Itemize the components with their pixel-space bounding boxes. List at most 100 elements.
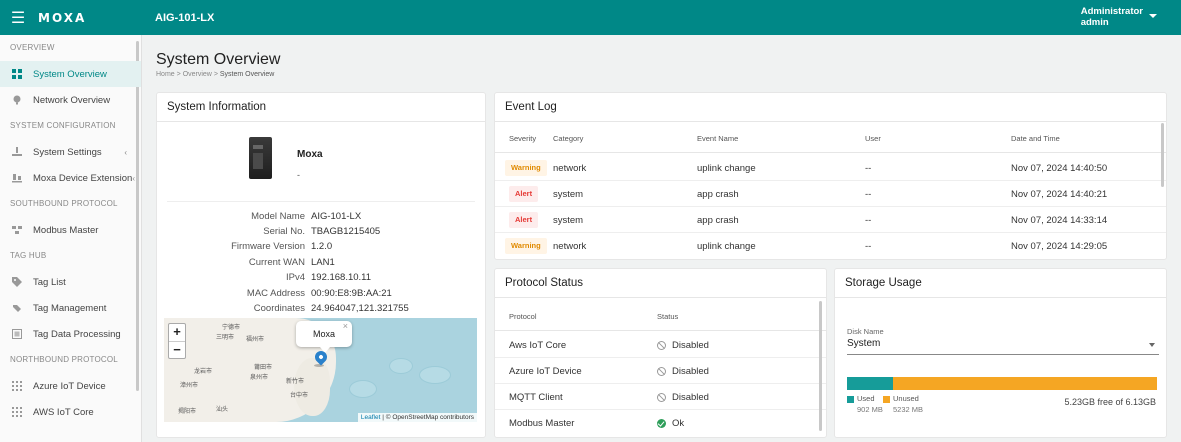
close-icon[interactable]: × — [343, 318, 348, 339]
event-log-scrollbar[interactable] — [1161, 123, 1164, 187]
table-row[interactable]: Aws IoT Core Disabled — [495, 332, 826, 358]
unused-label: Unused — [893, 394, 919, 403]
sidebar-item-system-overview[interactable]: System Overview — [0, 61, 141, 87]
column-header[interactable]: Category — [553, 134, 583, 143]
sidebar-item-label: Network Overview — [33, 94, 111, 106]
status-text: Disabled — [672, 366, 709, 377]
table-row[interactable]: Alert system app crash -- Nov 07, 2024 1… — [495, 207, 1166, 233]
severity-badge: Warning — [505, 160, 547, 176]
severity-badge: Alert — [509, 186, 539, 202]
legend-unused: Unused 5232 MB — [883, 394, 923, 414]
sidebar-item-system-settings[interactable]: System Settings ‹ — [0, 139, 141, 165]
attribution-text: | © OpenStreetMap contributors — [380, 414, 474, 421]
user-menu[interactable]: Administrator admin — [1081, 6, 1143, 28]
protocol-name: MQTT Client — [509, 392, 563, 403]
used-swatch — [847, 395, 854, 403]
unused-swatch — [883, 395, 890, 403]
info-label: Coordinates — [253, 303, 305, 314]
breadcrumb-current: System Overview — [219, 71, 275, 78]
data-processing-icon — [11, 328, 23, 340]
ok-icon — [657, 419, 666, 428]
device-description: - — [297, 170, 300, 180]
device-name: Moxa — [297, 149, 323, 160]
event-category: system — [553, 189, 584, 200]
chevron-down-icon — [1149, 343, 1155, 347]
column-header[interactable]: Status — [657, 312, 678, 321]
zoom-out-button[interactable]: − — [169, 341, 185, 358]
table-row[interactable]: Modbus Master Ok — [495, 410, 826, 436]
chevron-down-icon[interactable] — [1149, 14, 1157, 18]
info-label: Current WAN — [248, 257, 305, 268]
info-value: 1.2.0 — [311, 241, 333, 252]
column-header[interactable]: Protocol — [509, 312, 537, 321]
info-value: 00:90:E8:9B:AA:21 — [311, 288, 392, 299]
legend-used: Used 902 MB — [847, 394, 883, 414]
breadcrumb-home[interactable]: Home — [156, 71, 175, 78]
leaflet-link[interactable]: Leaflet — [361, 414, 381, 421]
info-label: Model Name — [251, 211, 305, 222]
protocol-name: Aws IoT Core — [509, 340, 567, 351]
event-name: app crash — [697, 215, 739, 226]
location-map[interactable]: 宁德市 福州市 三明市 莆田市 泉州市 新竹市 龙岩市 漳州市 台中市 揭阳市 … — [164, 318, 477, 422]
used-label: Used — [857, 394, 875, 403]
sidebar: OVERVIEW System Overview Network Overvie… — [0, 35, 142, 442]
breadcrumb-separator: > — [176, 71, 181, 78]
protocol-scrollbar[interactable] — [819, 301, 822, 431]
disabled-icon — [657, 341, 666, 350]
chevron-left-icon: ‹ — [132, 173, 135, 183]
menu-icon[interactable]: ☰ — [0, 0, 36, 35]
map-label: 汕头 — [216, 407, 229, 413]
breadcrumb: Home > Overview > System Overview — [156, 71, 274, 78]
event-time: Nov 07, 2024 14:29:05 — [1011, 241, 1108, 252]
sidebar-item-network-overview[interactable]: Network Overview — [0, 87, 141, 113]
info-label: Serial No. — [263, 226, 305, 237]
sidebar-item-tag-management[interactable]: Tag Management — [0, 295, 141, 321]
extension-icon — [11, 172, 23, 184]
sidebar-section-title: SOUTHBOUND PROTOCOL — [10, 199, 118, 208]
disk-name-select[interactable]: System — [847, 338, 1159, 355]
sidebar-item-label: Moxa Device Extension — [33, 172, 133, 184]
protocol-status-card: Protocol Status Protocol Status Aws IoT … — [494, 268, 827, 438]
map-label: 龙岩市 — [194, 369, 213, 375]
severity-badge: Warning — [505, 238, 547, 254]
event-log-card: Event Log Severity Category Event Name U… — [494, 92, 1167, 260]
status-text: Disabled — [672, 340, 709, 351]
map-label: 漳州市 — [180, 383, 199, 389]
table-row[interactable]: MQTT Client Disabled — [495, 384, 826, 410]
severity-badge: Alert — [509, 212, 539, 228]
info-row-firmware-version: Firmware Version 1.2.0 — [157, 241, 485, 256]
sidebar-item-label: Tag Management — [33, 302, 107, 314]
app-title: AIG-101-LX — [155, 11, 215, 24]
globe-icon — [11, 94, 23, 106]
event-name: uplink change — [697, 163, 756, 174]
storage-used-fill — [847, 377, 893, 390]
column-header[interactable]: User — [865, 134, 881, 143]
popup-label: Moxa — [312, 329, 335, 339]
table-row[interactable]: Azure IoT Device Disabled — [495, 358, 826, 384]
info-label: MAC Address — [246, 288, 305, 299]
info-value: TBAGB1215405 — [311, 226, 381, 237]
table-row[interactable]: Alert system app crash -- Nov 07, 2024 1… — [495, 181, 1166, 207]
breadcrumb-overview[interactable]: Overview — [183, 71, 212, 78]
sidebar-item-azure-iot-device[interactable]: Azure IoT Device — [0, 373, 141, 399]
column-header[interactable]: Event Name — [697, 134, 738, 143]
sidebar-section-title: OVERVIEW — [10, 43, 55, 52]
sidebar-item-aws-iot-core[interactable]: AWS IoT Core — [0, 399, 141, 425]
sidebar-item-modbus-master[interactable]: Modbus Master — [0, 217, 141, 243]
sidebar-section-title: TAG HUB — [10, 251, 47, 260]
column-header[interactable]: Severity — [509, 134, 536, 143]
sidebar-item-moxa-device-extension[interactable]: Moxa Device Extension ‹ — [0, 165, 141, 191]
status-text: Ok — [672, 418, 685, 429]
map-zoom-control: + − — [168, 323, 186, 359]
settings-icon — [11, 146, 23, 158]
table-row[interactable]: Warning network uplink change -- Nov 07,… — [495, 233, 1166, 259]
event-user: -- — [865, 189, 872, 200]
sidebar-item-tag-data-processing[interactable]: Tag Data Processing — [0, 321, 141, 347]
table-row[interactable]: Warning network uplink change -- Nov 07,… — [495, 155, 1166, 181]
grid-icon — [11, 68, 23, 80]
sidebar-item-tag-list[interactable]: Tag List — [0, 269, 141, 295]
column-header[interactable]: Date and Time — [1011, 134, 1060, 143]
disk-name-value: System — [847, 338, 881, 349]
user-name: admin — [1080, 17, 1109, 28]
zoom-in-button[interactable]: + — [169, 324, 185, 341]
